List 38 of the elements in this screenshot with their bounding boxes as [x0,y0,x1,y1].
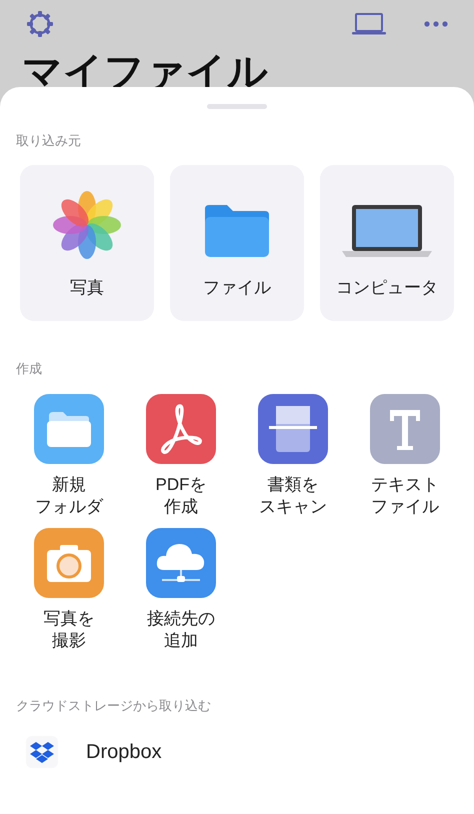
camera-icon [34,528,104,598]
source-tile[interactable]: コンピュータ [320,164,454,320]
action-label: フォルダ [35,496,103,518]
flower-icon [53,190,121,258]
create-action[interactable]: 新規 フォルダ [34,394,104,518]
laptop-icon[interactable] [352,13,386,35]
source-tile[interactable]: ファイル [170,164,304,320]
action-label: テキスト [371,474,439,496]
dropbox-icon [26,736,58,768]
section-heading: 取り込み元 [16,132,81,150]
scanner-icon [258,394,328,464]
source-tile[interactable]: 写真 [20,164,154,320]
more-icon[interactable] [424,20,448,28]
acrobat-icon [146,394,216,464]
cloud-service-item[interactable]: Dropbox [26,736,162,768]
section-heading: クラウドストレージから取り込む [16,697,211,715]
action-label: 撮影 [52,630,86,652]
cloud-network-icon [146,528,216,598]
settings-icon[interactable] [26,10,54,38]
laptop-icon [342,202,432,258]
action-label: 写真を [44,608,94,630]
folder-icon [203,202,271,258]
action-label: ファイル [371,496,439,518]
letter-t-icon [370,394,440,464]
action-label: 新規 [52,474,86,496]
action-label: 接続先の [147,608,215,630]
section-heading: 作成 [16,360,42,378]
folder-icon [34,394,104,464]
action-label: 作成 [164,496,198,518]
action-label: 書類を [268,474,318,496]
create-action[interactable]: PDFを 作成 [146,394,216,518]
create-action[interactable]: 接続先の 追加 [146,528,216,652]
action-label: スキャン [259,496,327,518]
create-action[interactable]: 書類を スキャン [258,394,328,518]
action-label: PDFを [156,474,206,496]
action-label: 追加 [164,630,198,652]
create-action[interactable]: 写真を 撮影 [34,528,104,652]
create-action[interactable]: テキスト ファイル [370,394,440,518]
